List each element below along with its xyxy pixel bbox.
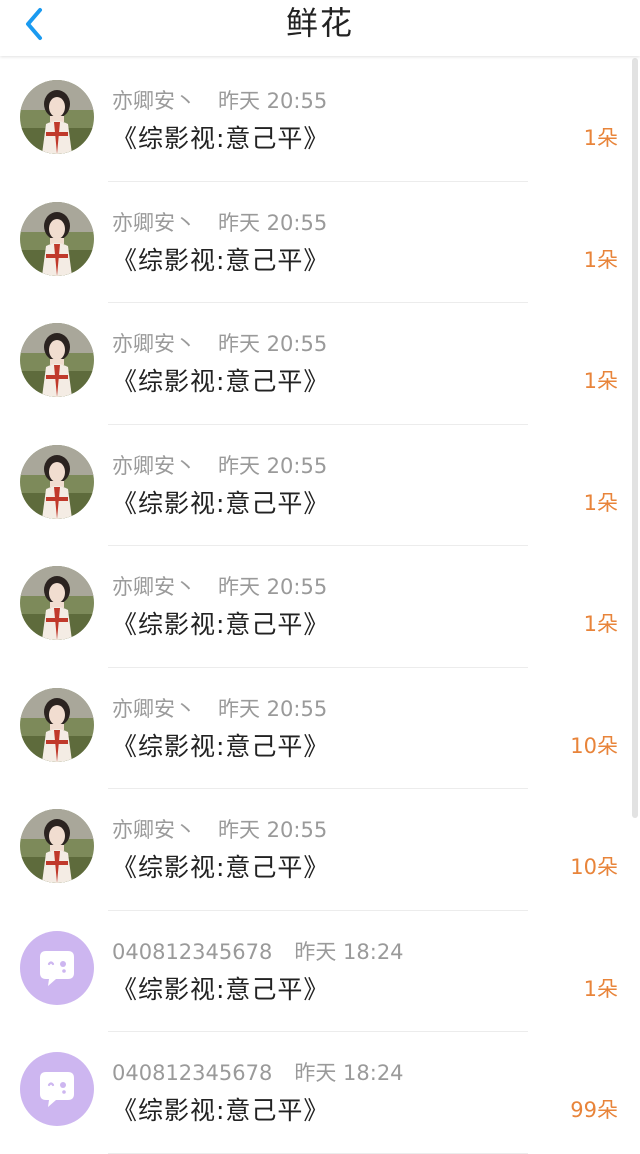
- flower-count: 1朵: [583, 612, 618, 636]
- sender-name-text: 040812345678: [112, 939, 273, 964]
- avatar[interactable]: [20, 201, 94, 276]
- divider: [108, 1152, 528, 1154]
- avatar[interactable]: [20, 80, 94, 154]
- default-chat-avatar-icon: [20, 930, 94, 1005]
- sender-name: 亦卿安丶 昨天 20:55: [112, 571, 327, 601]
- sender-name-text: 亦卿安丶: [112, 696, 196, 721]
- sender-name: 亦卿安丶 昨天 20:55: [112, 85, 327, 115]
- sender-name: 040812345678 昨天 18:24: [112, 1057, 404, 1087]
- scrollbar[interactable]: [632, 58, 638, 818]
- top-bar: 鲜花: [0, 0, 640, 56]
- sender-name: 亦卿安丶 昨天 20:55: [112, 693, 327, 723]
- book-title: 《综影视:意己平》: [112, 731, 330, 761]
- page-title: 鲜花: [285, 4, 354, 42]
- book-title: 《综影视:意己平》: [112, 853, 330, 882]
- book-title: 《综影视:意己平》: [112, 124, 330, 153]
- sender-name: 亦卿安丶 昨天 20:55: [112, 207, 327, 237]
- flower-count: 1朵: [583, 369, 618, 393]
- list-item[interactable]: 040812345678 昨天 18:24 《综影视:意己平》 1朵: [0, 911, 640, 1032]
- user-photo-icon: [20, 566, 94, 640]
- book-title: 《综影视:意己平》: [112, 974, 330, 1004]
- sender-name-text: 亦卿安丶: [112, 818, 196, 842]
- avatar[interactable]: [20, 809, 94, 883]
- timestamp: 昨天 20:55: [218, 453, 328, 478]
- avatar[interactable]: [20, 930, 94, 1005]
- list-item[interactable]: 亦卿安丶 昨天 20:55 《综影视:意己平》 1朵: [0, 425, 640, 546]
- timestamp: 昨天 20:55: [218, 696, 328, 721]
- flower-list: 亦卿安丶 昨天 20:55 《综影视:意己平》 1朵 亦卿安丶 昨天 20:55 《…: [0, 60, 640, 1154]
- book-title: 《综影视:意己平》: [112, 245, 330, 275]
- user-photo-icon: [20, 809, 94, 883]
- timestamp: 昨天 20:55: [218, 89, 328, 113]
- flower-count: 1朵: [583, 126, 618, 150]
- book-title: 《综影视:意己平》: [112, 367, 330, 396]
- book-title: 《综影视:意己平》: [112, 1096, 330, 1125]
- list-item[interactable]: 亦卿安丶 昨天 20:55 《综影视:意己平》 1朵: [0, 303, 640, 425]
- timestamp: 昨天 18:24: [294, 1061, 404, 1085]
- sender-name: 亦卿安丶 昨天 20:55: [112, 328, 327, 358]
- user-photo-icon: [20, 80, 94, 154]
- avatar[interactable]: [20, 323, 94, 397]
- sender-name-text: 亦卿安丶: [112, 210, 196, 235]
- list-item[interactable]: 亦卿安丶 昨天 20:55 《综影视:意己平》 1朵: [0, 182, 640, 303]
- flower-count: 1朵: [583, 247, 618, 272]
- flower-count: 10朵: [570, 855, 618, 879]
- sender-name-text: 亦卿安丶: [112, 332, 196, 356]
- sender-name-text: 亦卿安丶: [112, 575, 196, 599]
- timestamp: 昨天 20:55: [218, 818, 328, 842]
- avatar[interactable]: [20, 566, 94, 640]
- avatar[interactable]: [20, 444, 94, 519]
- sender-name-text: 040812345678: [112, 1061, 273, 1085]
- list-item[interactable]: 040812345678 昨天 18:24 《综影视:意己平》 99朵: [0, 1032, 640, 1154]
- timestamp: 昨天 20:55: [218, 575, 328, 599]
- list-item[interactable]: 亦卿安丶 昨天 20:55 《综影视:意己平》 1朵: [0, 546, 640, 668]
- flower-count: 99朵: [570, 1098, 618, 1122]
- default-chat-avatar-icon: [20, 1052, 94, 1126]
- list-item[interactable]: 亦卿安丶 昨天 20:55 《综影视:意己平》 1朵: [0, 60, 640, 182]
- flower-count: 1朵: [583, 976, 618, 1001]
- user-photo-icon: [20, 201, 94, 276]
- sender-name-text: 亦卿安丶: [112, 453, 196, 478]
- timestamp: 昨天 20:55: [218, 332, 328, 356]
- book-title: 《综影视:意己平》: [112, 488, 330, 518]
- list-item[interactable]: 亦卿安丶 昨天 20:55 《综影视:意己平》 10朵: [0, 789, 640, 911]
- flower-count: 1朵: [583, 490, 618, 515]
- user-photo-icon: [20, 444, 94, 519]
- user-photo-icon: [20, 323, 94, 397]
- sender-name: 亦卿安丶 昨天 20:55: [112, 814, 327, 844]
- sender-name: 040812345678 昨天 18:24: [112, 936, 404, 966]
- sender-name-text: 亦卿安丶: [112, 89, 196, 113]
- user-photo-icon: [20, 687, 94, 762]
- avatar[interactable]: [20, 687, 94, 762]
- timestamp: 昨天 18:24: [294, 939, 404, 964]
- flower-count: 10朵: [570, 733, 618, 758]
- avatar[interactable]: [20, 1052, 94, 1126]
- timestamp: 昨天 20:55: [218, 210, 328, 235]
- book-title: 《综影视:意己平》: [112, 610, 330, 639]
- sender-name: 亦卿安丶 昨天 20:55: [112, 450, 327, 480]
- list-item[interactable]: 亦卿安丶 昨天 20:55 《综影视:意己平》 10朵: [0, 668, 640, 789]
